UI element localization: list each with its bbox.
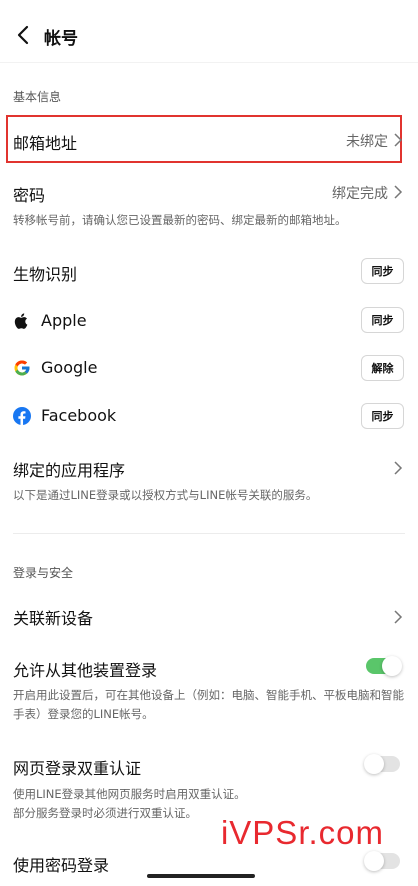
facebook-sync-button[interactable]: 同步 <box>361 403 404 429</box>
chevron-right-icon[interactable] <box>393 133 403 147</box>
allow-login-note: 开启用此设置后，可在其他设备上（例如：电脑、智能手机、平板电脑和智能手表）登录您… <box>13 688 404 721</box>
apple-row-label: Apple <box>41 311 87 330</box>
home-indicator[interactable] <box>147 874 255 878</box>
toggle-knob <box>364 754 384 774</box>
chevron-right-icon[interactable] <box>393 185 403 199</box>
chevron-right-icon[interactable] <box>393 461 403 475</box>
web-2fa-row-label: 网页登录双重认证 <box>13 759 142 778</box>
toggle-knob <box>382 656 402 676</box>
biometric-row-label: 生物识别 <box>13 265 78 284</box>
linked-apps-note: 以下是通过LINE登录或以授权方式与LINE帐号关联的服务。 <box>13 488 318 502</box>
section-divider <box>13 533 405 534</box>
password-login-toggle[interactable] <box>364 851 400 871</box>
chevron-right-icon[interactable] <box>393 610 403 624</box>
google-icon <box>13 359 31 377</box>
apple-icon <box>13 312 31 330</box>
biometric-sync-button[interactable]: 同步 <box>361 258 404 284</box>
header-divider <box>0 62 418 63</box>
link-device-row-label[interactable]: 关联新设备 <box>13 605 93 629</box>
email-row-label[interactable]: 邮箱地址 <box>13 130 77 154</box>
watermark: iVPSr.com <box>220 814 384 851</box>
section-label-basic-info: 基本信息 <box>13 90 62 104</box>
toggle-knob <box>364 851 384 871</box>
facebook-icon <box>13 407 31 425</box>
apple-sync-button[interactable]: 同步 <box>361 307 404 333</box>
password-row-value[interactable]: 绑定完成 <box>332 183 388 203</box>
password-login-row-label: 使用密码登录 <box>13 856 110 875</box>
allow-login-toggle[interactable] <box>366 656 402 676</box>
section-label-login-security: 登录与安全 <box>13 566 74 580</box>
password-row-label[interactable]: 密码 <box>13 182 45 206</box>
page-title: 帐号 <box>44 29 78 49</box>
password-note: 转移帐号前，请确认您已设置最新的密码、绑定最新的邮箱地址。 <box>13 213 347 227</box>
facebook-row-label: Facebook <box>41 406 117 425</box>
email-row-value[interactable]: 未绑定 <box>346 131 388 151</box>
back-icon[interactable] <box>14 24 34 46</box>
linked-apps-row-label[interactable]: 绑定的应用程序 <box>13 457 125 481</box>
google-unlink-button[interactable]: 解除 <box>361 355 404 381</box>
allow-login-row-label: 允许从其他装置登录 <box>13 661 158 680</box>
google-row-label: Google <box>41 358 98 377</box>
web-2fa-note-line1: 使用LINE登录其他网页服务时启用双重认证。 <box>13 787 246 801</box>
web-2fa-toggle[interactable] <box>364 754 400 774</box>
